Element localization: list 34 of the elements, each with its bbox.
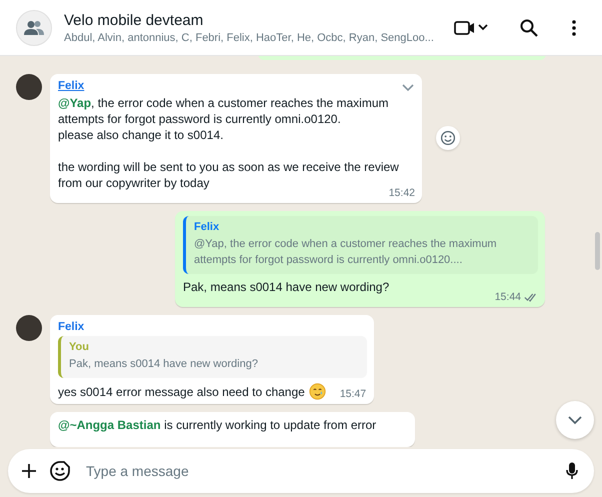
scroll-down-button[interactable]: [556, 401, 594, 439]
quoted-message[interactable]: Felix @Yap, the error code when a customer reaches the maximum attempts for forgot password is currently omni.o0120....: [183, 216, 538, 274]
message-time: 15:44: [494, 291, 521, 303]
group-avatar[interactable]: [16, 10, 52, 46]
microphone-icon[interactable]: [566, 462, 578, 480]
emoji-reaction-button[interactable]: [436, 126, 460, 150]
quote-author: Felix: [194, 221, 220, 233]
sender-name[interactable]: Felix: [58, 80, 84, 92]
message-time: 15:47: [340, 388, 366, 400]
chevron-down-icon[interactable]: [402, 84, 414, 92]
sender-name[interactable]: Felix: [58, 321, 84, 333]
smiley-icon: [440, 130, 456, 146]
avatar-photo-placeholder[interactable]: [16, 74, 42, 100]
scrollbar-thumb[interactable]: [595, 232, 600, 270]
chevron-down-icon: [568, 416, 582, 424]
sticker-icon[interactable]: [50, 461, 70, 481]
message-text: yes s0014 error message also need to change: [58, 384, 305, 400]
plus-icon[interactable]: [22, 464, 36, 478]
message-input-field[interactable]: Type a message: [8, 449, 594, 493]
menu-icon: [572, 20, 576, 36]
chat-title: Velo mobile devteam: [64, 12, 204, 28]
quote-author: You: [69, 341, 90, 353]
quoted-message[interactable]: You Pak, means s0014 have new wording?: [58, 336, 367, 378]
message-text: Pak, means s0014 have new wording?: [183, 279, 390, 295]
quote-text: @Yap, the error code when a customer reaches the maximum attempts for forgot password is currently omni.o0120....: [194, 237, 498, 268]
message-text: @Yap, the error code when a customer reaches the maximum attempts for forgot password is currently omni.o0120.: [58, 95, 390, 127]
message-time: 15:42: [388, 187, 415, 199]
double-check-icon: [524, 292, 538, 302]
quote-text: Pak, means s0014 have new wording?: [69, 357, 259, 372]
avatar-photo-placeholder[interactable]: [16, 315, 42, 341]
group-members: Abdul, Alvin, antonnius, C, Febri, Felix, HaoTer, He, Ocbc, Ryan, SengLoo...: [64, 32, 434, 44]
message-text: the wording will be sent to you as soon as we receive the review from our copywriter by today: [58, 159, 399, 190]
message-text: @~Angga Bastian is currently working to update from error: [58, 417, 378, 433]
message-text: please also change it to s0014.: [58, 127, 224, 143]
